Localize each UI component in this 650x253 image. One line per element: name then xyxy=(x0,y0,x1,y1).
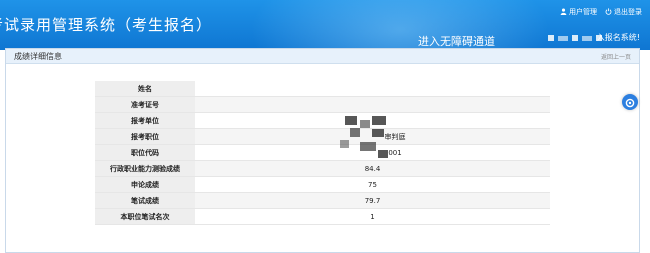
table-row: 报考职位 审判庭 xyxy=(95,128,550,145)
position-code-value: 001 xyxy=(388,148,402,157)
redaction-block xyxy=(345,116,357,125)
row-label: 笔试成绩 xyxy=(95,192,195,209)
table-row: 笔试成绩 79.7 xyxy=(95,192,550,209)
redaction-block xyxy=(372,129,384,137)
top-links: 用户管理 退出登录 xyxy=(560,7,642,17)
table-row: 职位代码 001 xyxy=(95,144,550,161)
system-title: 考试录用管理系统（考生报名） xyxy=(0,16,213,34)
table-row: 申论成绩 75 xyxy=(95,176,550,193)
accessible-channel-link[interactable]: 进入无障碍通道 xyxy=(418,33,495,49)
logout-label: 退出登录 xyxy=(614,8,642,16)
logout-link[interactable]: 退出登录 xyxy=(605,7,642,17)
redaction-block xyxy=(378,150,388,158)
row-label: 准考证号 xyxy=(95,96,195,113)
row-value xyxy=(195,81,550,97)
row-value: 84.4 xyxy=(195,160,550,177)
table-row: 行政职业能力测验成绩 84.4 xyxy=(95,160,550,177)
user-manage-link[interactable]: 用户管理 xyxy=(560,7,597,17)
power-icon xyxy=(605,7,612,17)
table-row: 姓名 xyxy=(95,81,550,97)
top-header: 考试录用管理系统（考生报名） 用户管理 退出登录 进入无障碍通道 入报名系统! xyxy=(0,0,650,50)
user-manage-label: 用户管理 xyxy=(569,8,597,16)
redaction-block xyxy=(372,116,386,125)
table-row: 报考单位 xyxy=(95,112,550,129)
redaction-block xyxy=(350,128,360,137)
row-value: 79.7 xyxy=(195,192,550,209)
row-label: 报考职位 xyxy=(95,128,195,145)
back-link[interactable]: 返回上一页 xyxy=(601,52,631,61)
score-detail-table: 姓名 准考证号 报考单位 报考职位 审判庭 职位代码 001 行政职业能力测验成… xyxy=(95,81,550,225)
obscured-block xyxy=(572,35,578,41)
redaction-block xyxy=(360,120,370,128)
row-label: 申论成绩 xyxy=(95,176,195,193)
row-label: 本职位笔试名次 xyxy=(95,208,195,225)
row-label: 姓名 xyxy=(95,81,195,97)
header-glow xyxy=(250,0,550,50)
chat-icon xyxy=(625,93,635,112)
obscured-block xyxy=(582,35,592,41)
row-value xyxy=(195,96,550,113)
obscured-nav xyxy=(548,35,602,41)
row-value: 75 xyxy=(195,176,550,193)
row-label: 职位代码 xyxy=(95,144,195,161)
row-label: 报考单位 xyxy=(95,112,195,129)
panel-title: 成绩详细信息 xyxy=(14,51,62,61)
row-value: 1 xyxy=(195,208,550,225)
obscured-block xyxy=(558,35,568,41)
redaction-block xyxy=(360,142,376,151)
redaction-block xyxy=(340,140,349,148)
table-row: 本职位笔试名次 1 xyxy=(95,208,550,225)
table-row: 准考证号 xyxy=(95,96,550,113)
panel-header: 成绩详细信息 返回上一页 xyxy=(6,49,639,64)
obscured-block xyxy=(548,35,554,41)
gateway-link[interactable]: 入报名系统! xyxy=(597,32,640,43)
position-value: 审判庭 xyxy=(384,132,406,141)
online-service-button[interactable] xyxy=(622,94,638,110)
user-icon xyxy=(560,8,567,17)
row-label: 行政职业能力测验成绩 xyxy=(95,160,195,177)
